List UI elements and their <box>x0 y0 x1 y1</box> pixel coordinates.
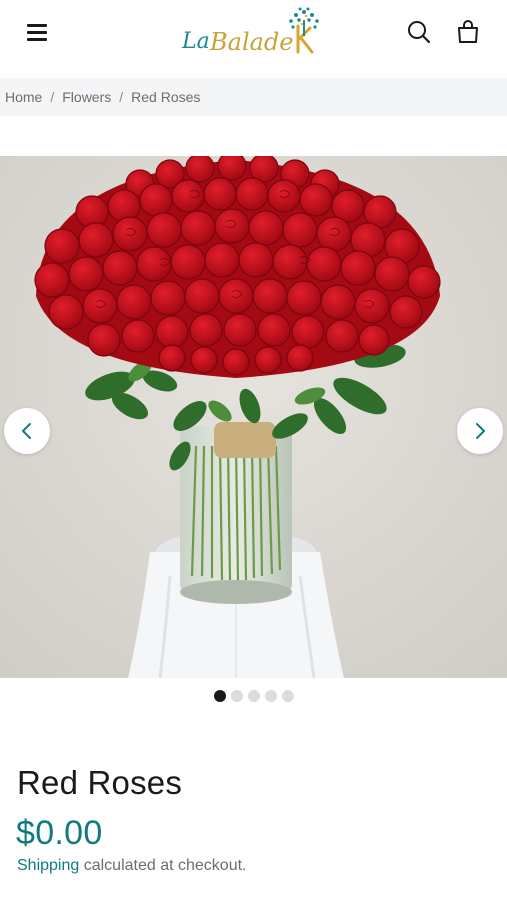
chevron-right-icon[interactable] <box>457 408 503 454</box>
gallery-dot-3[interactable] <box>247 690 260 702</box>
gallery-dot-2[interactable] <box>230 690 243 702</box>
gallery-dot-1[interactable] <box>213 690 226 702</box>
breadcrumb-flowers-link[interactable]: Flowers <box>62 89 111 105</box>
shipping-note: Shipping calculated at checkout. <box>17 857 247 875</box>
gallery-pagination <box>0 690 507 704</box>
breadcrumb-separator: / <box>119 89 124 105</box>
gallery-dot-5[interactable] <box>281 690 294 702</box>
breadcrumb-home-link[interactable]: Home <box>5 89 42 105</box>
chevron-left-icon[interactable] <box>4 408 50 454</box>
site-header: La Balade <box>0 0 507 78</box>
shipping-note-text: calculated at checkout. <box>79 857 247 874</box>
product-title: Red Roses <box>17 764 183 801</box>
svg-text:La: La <box>181 29 210 54</box>
breadcrumb-separator: / <box>50 89 55 105</box>
product-image[interactable] <box>0 156 507 678</box>
gallery-dot-4[interactable] <box>264 690 277 702</box>
hamburger-menu-icon[interactable] <box>24 20 50 46</box>
shopping-bag-icon[interactable] <box>455 18 481 46</box>
brand-logo[interactable]: La Balade <box>180 6 326 58</box>
breadcrumb-current: Red Roses <box>131 89 201 105</box>
product-price: $0.00 <box>16 814 103 852</box>
search-icon[interactable] <box>406 18 432 46</box>
svg-text:Balade: Balade <box>209 28 294 56</box>
breadcrumb: Home / Flowers / Red Roses <box>0 78 507 116</box>
shipping-link[interactable]: Shipping <box>17 857 79 874</box>
